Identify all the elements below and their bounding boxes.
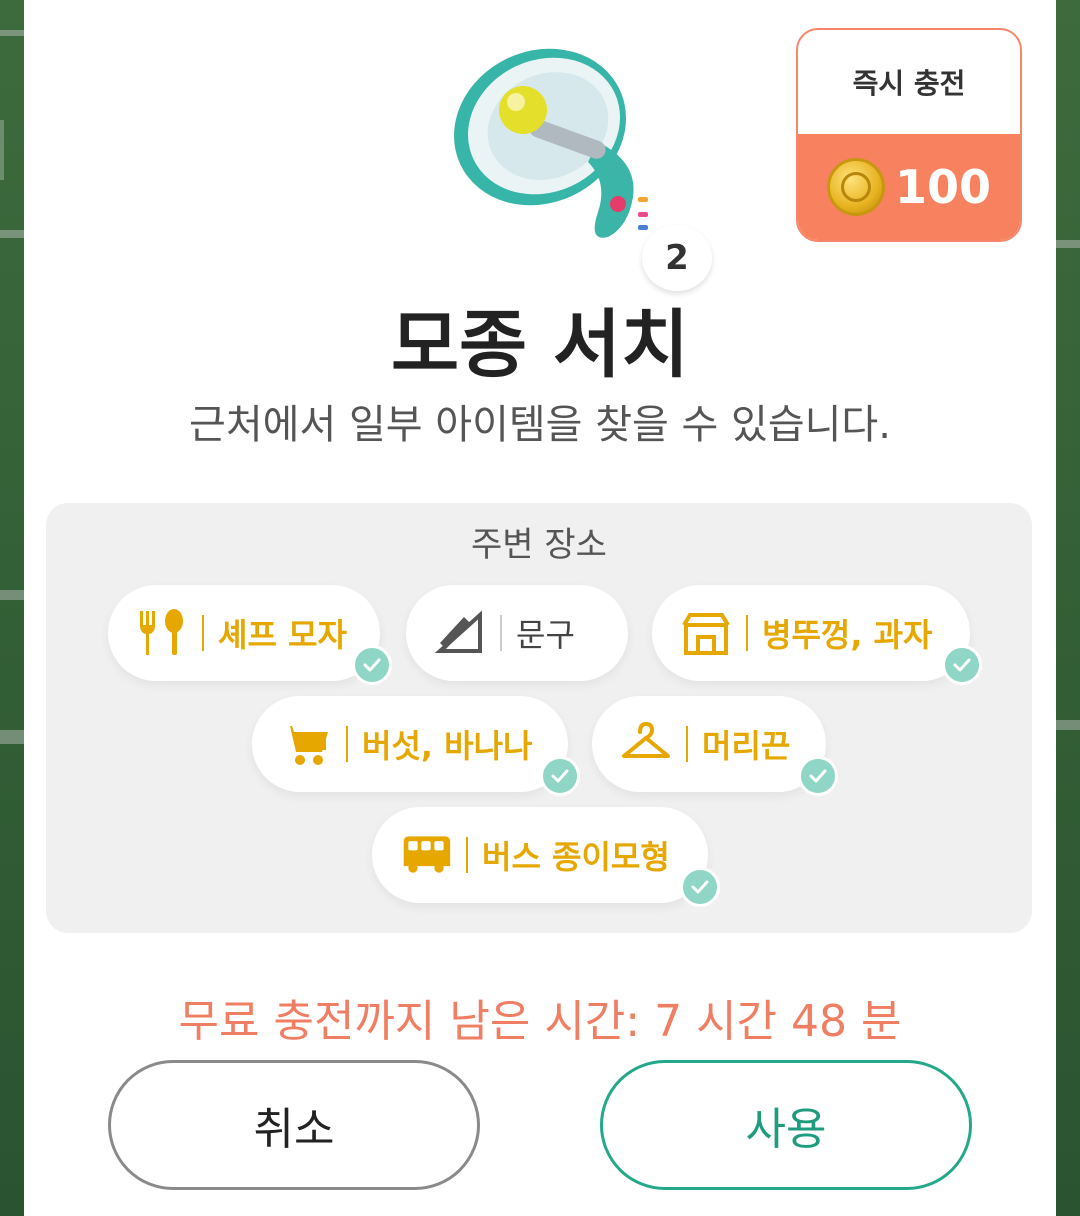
item-dialog: 2 즉시 충전 100 모종 서치 근처에서 일부 아이템을 찾을 수 있습니다… (24, 0, 1056, 1216)
place-chip-stationery[interactable]: 문구 (406, 585, 628, 681)
place-label: 문구 (516, 616, 575, 654)
hanger-icon (620, 718, 672, 770)
map-road (0, 730, 24, 744)
map-road (1056, 720, 1080, 730)
check-icon (798, 756, 838, 796)
place-chip-bus-model[interactable]: 버스 종이모형 (372, 807, 720, 907)
map-road (0, 590, 24, 600)
free-charge-timer: 무료 충전까지 남은 시간: 7 시간 48 분 (178, 996, 902, 1047)
instant-charge-amount: 100 (894, 160, 992, 214)
chip-separator (466, 837, 468, 873)
place-label: 버스 종이모형 (482, 838, 670, 876)
bus-icon (400, 829, 452, 881)
cart-icon (280, 718, 332, 770)
place-label: 머리끈 (702, 727, 791, 765)
place-chip-chef-hat[interactable]: 셰프 모자 (108, 585, 392, 685)
fork-spoon-icon (136, 607, 188, 659)
check-icon (540, 756, 580, 796)
check-icon (680, 867, 720, 907)
map-road (0, 30, 24, 36)
stationery-icon (434, 607, 486, 659)
item-description: 근처에서 일부 아이템을 찾을 수 있습니다. (189, 402, 891, 448)
place-chip-mushroom-banana[interactable]: 버섯, 바나나 (252, 696, 580, 796)
instant-charge-price: 100 (798, 134, 1020, 240)
map-road (0, 230, 24, 238)
check-icon (352, 645, 392, 685)
item-count-badge: 2 (642, 225, 712, 291)
chip-separator (746, 615, 748, 651)
place-label: 셰프 모자 (218, 616, 347, 654)
map-road (1056, 240, 1080, 248)
coin-icon (826, 158, 885, 216)
chip-separator (202, 615, 204, 651)
place-label: 버섯, 바나나 (362, 727, 533, 765)
shop-icon (680, 607, 732, 659)
place-label: 병뚜껑, 과자 (762, 616, 933, 654)
place-chip-hair-tie[interactable]: 머리끈 (592, 696, 838, 796)
item-title: 모종 서치 (390, 302, 690, 388)
chip-separator (346, 726, 348, 762)
use-button[interactable]: 사용 (600, 1060, 972, 1190)
check-icon (942, 645, 982, 685)
nearby-places-title: 주변 장소 (471, 525, 607, 565)
instant-charge-button[interactable]: 즉시 충전 100 (796, 28, 1022, 242)
instant-charge-label: 즉시 충전 (852, 67, 966, 100)
megaphone-icon (454, 48, 648, 238)
chip-separator (686, 726, 688, 762)
chip-separator (500, 615, 502, 651)
place-chip-cap-snack[interactable]: 병뚜껑, 과자 (652, 585, 982, 685)
nearby-places-panel: 주변 장소 셰프 모자 문구 병뚜껑, 과자 버섯, 바나나 머리끈 버스 종이… (46, 503, 1032, 933)
cancel-button[interactable]: 취소 (108, 1060, 480, 1190)
